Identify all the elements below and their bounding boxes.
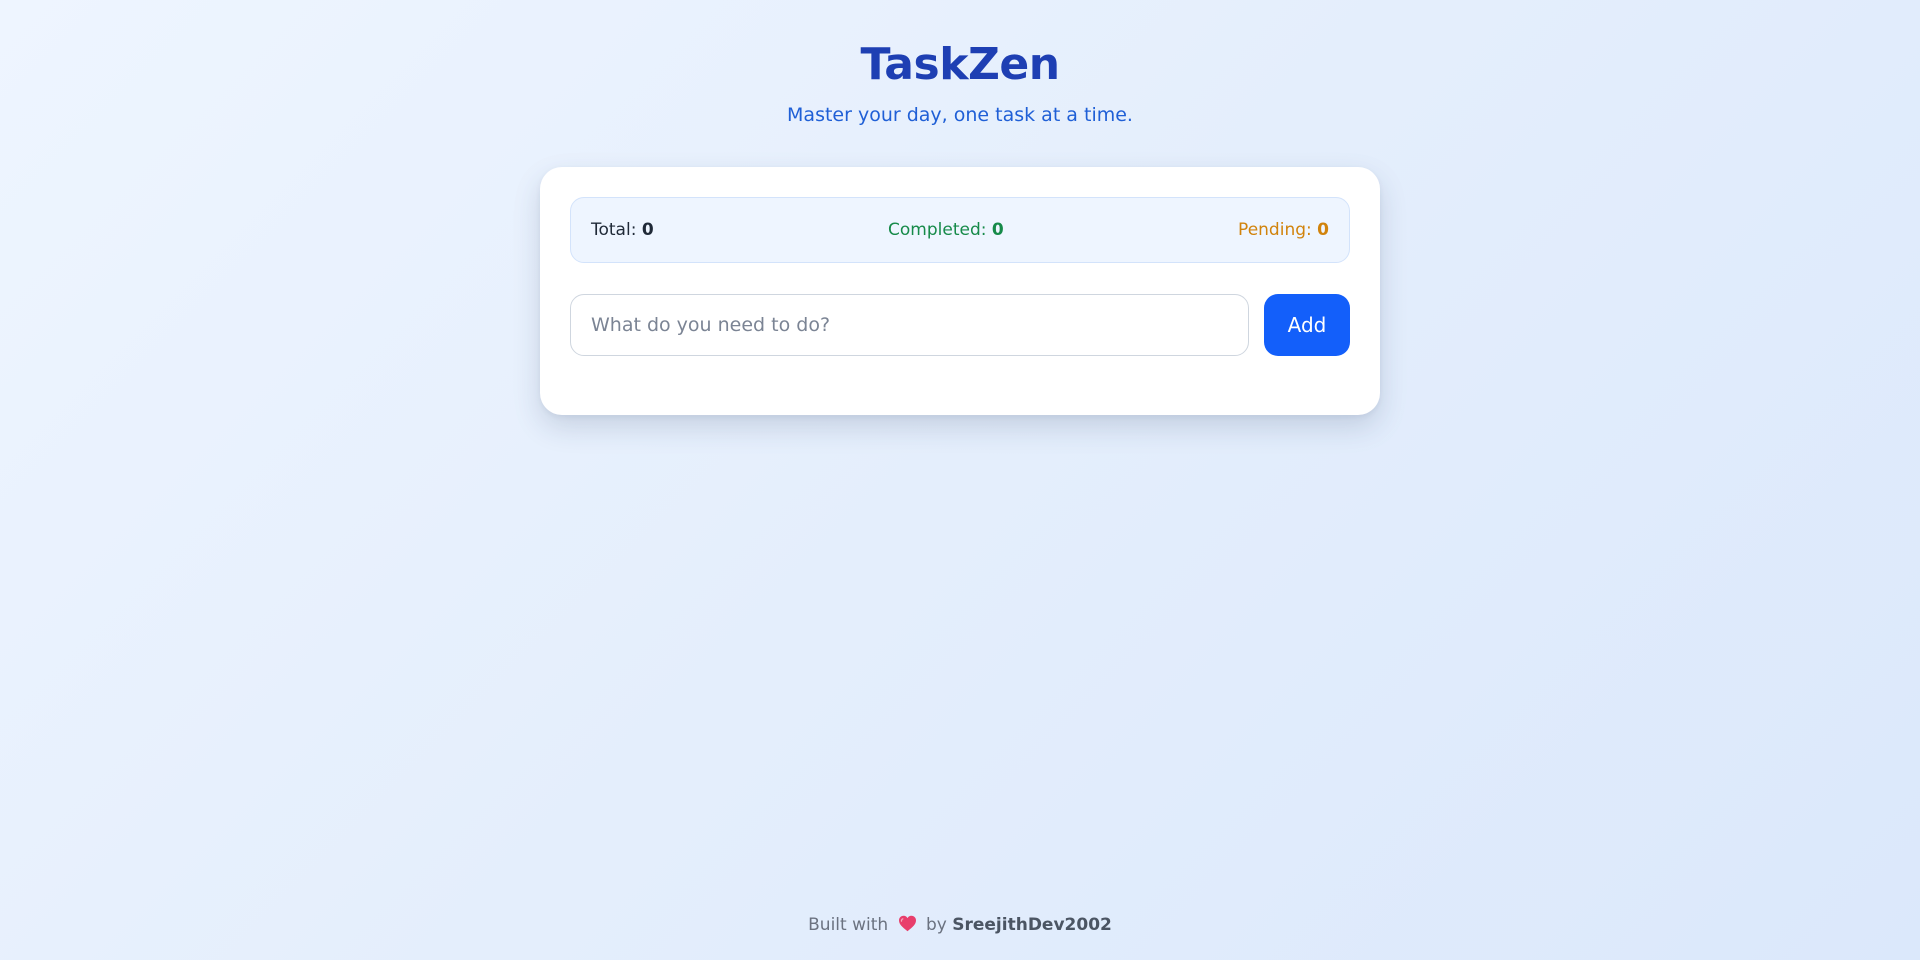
app-header: TaskZen Master your day, one task at a t…: [0, 38, 1920, 128]
task-card: Total: 0 Completed: 0 Pending: 0 Add: [540, 167, 1380, 415]
footer-prefix: Built with: [808, 915, 889, 935]
stat-completed-value: 0: [991, 220, 1004, 240]
stat-pending-label: Pending:: [1238, 220, 1312, 240]
stat-completed: Completed: 0: [888, 220, 1004, 240]
footer-by: by: [925, 915, 947, 935]
stat-completed-label: Completed:: [888, 220, 987, 240]
footer-author: SreejithDev2002: [952, 915, 1112, 935]
app-title: TaskZen: [860, 39, 1060, 90]
stats-bar: Total: 0 Completed: 0 Pending: 0: [570, 197, 1350, 263]
add-task-button[interactable]: Add: [1264, 294, 1350, 356]
heart-icon: [898, 914, 917, 932]
app-subtitle: Master your day, one task at a time.: [787, 104, 1133, 126]
add-task-row: Add: [570, 294, 1350, 356]
footer: Built with by SreejithDev2002: [0, 912, 1920, 938]
stat-pending-value: 0: [1317, 220, 1329, 240]
stat-total-label: Total:: [591, 220, 637, 240]
stat-total-value: 0: [641, 220, 654, 240]
stat-pending: Pending: 0: [1238, 220, 1329, 240]
stat-total: Total: 0: [591, 220, 654, 240]
task-input[interactable]: [570, 294, 1249, 356]
